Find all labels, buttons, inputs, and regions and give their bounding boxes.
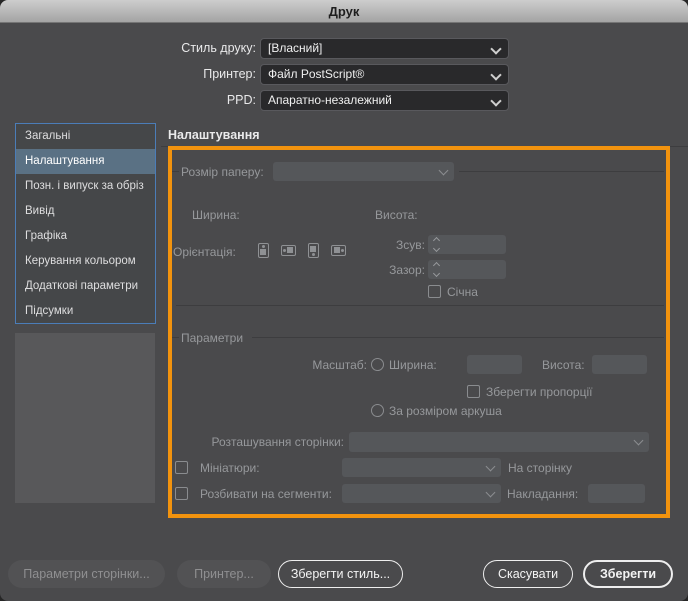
fit-to-page-radio[interactable] bbox=[371, 404, 384, 417]
page-placement-label: Розташування сторінки: bbox=[211, 435, 344, 449]
section-divider bbox=[161, 146, 688, 147]
sidebar-item-advanced[interactable]: Додаткові параметри bbox=[16, 274, 155, 299]
print-preset-label: Стиль друку: bbox=[181, 41, 256, 55]
paper-height-label: Висота: bbox=[375, 208, 418, 222]
tile-label: Розбивати на сегменти: bbox=[200, 487, 332, 501]
stepper-icon[interactable] bbox=[432, 236, 441, 253]
scale-label: Масштаб: bbox=[312, 358, 367, 372]
tile-checkbox[interactable] bbox=[175, 487, 188, 500]
orientation-landscape-left-button[interactable] bbox=[279, 241, 298, 260]
save-button[interactable]: Зберегти bbox=[583, 560, 673, 588]
section-title: Налаштування bbox=[168, 128, 260, 142]
sidebar-item-marks-bleed[interactable]: Позн. і випуск за обріз bbox=[16, 174, 155, 199]
chevron-down-icon bbox=[490, 69, 502, 81]
sidebar-item-color-management[interactable]: Керування кольором bbox=[16, 249, 155, 274]
print-dialog: Друк Стиль друку: [Власний] Принтер: Фай… bbox=[0, 0, 688, 601]
orientation-landscape-right-button[interactable] bbox=[329, 241, 348, 260]
gap-field[interactable] bbox=[428, 260, 506, 279]
group-border-line bbox=[252, 337, 664, 338]
per-page-label: На сторінку bbox=[508, 461, 573, 475]
constrain-proportions-checkbox[interactable] bbox=[467, 385, 480, 398]
printer-value: Файл PostScript® bbox=[268, 67, 365, 81]
page-placement-dropdown[interactable] bbox=[349, 432, 649, 452]
print-preset-dropdown[interactable]: [Власний] bbox=[260, 38, 509, 59]
options-group-label: Параметри bbox=[181, 331, 244, 345]
thumbnails-checkbox[interactable] bbox=[175, 461, 188, 474]
chevron-down-icon bbox=[485, 487, 496, 498]
group-border-line bbox=[176, 305, 664, 306]
gap-label: Зазор: bbox=[389, 263, 425, 277]
title-bar[interactable]: Друк bbox=[0, 0, 688, 23]
scale-width-label: Ширина: bbox=[389, 358, 437, 372]
ppd-value: Апаратно-незалежний bbox=[268, 93, 392, 107]
fit-to-page-label: За розміром аркуша bbox=[389, 404, 502, 418]
cancel-button[interactable]: Скасувати bbox=[483, 560, 573, 588]
sidebar-item-summary[interactable]: Підсумки bbox=[16, 299, 155, 324]
window-title: Друк bbox=[328, 3, 360, 19]
paper-width-label: Ширина: bbox=[192, 208, 240, 222]
sidebar-item-output[interactable]: Вивід bbox=[16, 199, 155, 224]
orientation-portrait-up-button[interactable] bbox=[254, 241, 273, 260]
stepper-icon[interactable] bbox=[432, 261, 441, 278]
chevron-down-icon bbox=[485, 461, 496, 472]
scale-width-field[interactable] bbox=[467, 355, 522, 374]
group-border-line bbox=[172, 337, 179, 338]
group-border-line bbox=[459, 171, 664, 172]
sidebar-item-graphics[interactable]: Графіка bbox=[16, 224, 155, 249]
transverse-checkbox[interactable] bbox=[428, 285, 441, 298]
chevron-down-icon bbox=[633, 435, 644, 446]
print-preview-area bbox=[15, 333, 155, 503]
overlap-field[interactable] bbox=[588, 484, 645, 503]
printer-label: Принтер: bbox=[203, 67, 256, 81]
print-preset-value: [Власний] bbox=[268, 41, 323, 55]
page-setup-button[interactable]: Параметри сторінки... bbox=[8, 560, 165, 588]
tile-dropdown[interactable] bbox=[342, 484, 501, 503]
ppd-dropdown[interactable]: Апаратно-незалежний bbox=[260, 90, 509, 111]
offset-field[interactable] bbox=[428, 235, 506, 254]
overlap-label: Накладання: bbox=[507, 487, 579, 501]
printer-button[interactable]: Принтер... bbox=[177, 560, 271, 588]
orientation-portrait-down-button[interactable] bbox=[304, 241, 323, 260]
transverse-checkbox-label: Січна bbox=[447, 285, 478, 299]
offset-label: Зсув: bbox=[396, 238, 425, 252]
constrain-proportions-label: Зберегти пропорції bbox=[486, 385, 593, 399]
sidebar-item-general[interactable]: Загальні bbox=[16, 124, 155, 149]
chevron-down-icon bbox=[438, 165, 449, 176]
thumbnails-dropdown[interactable] bbox=[342, 458, 501, 477]
sidebar-item-setup[interactable]: Налаштування bbox=[16, 149, 155, 174]
group-border-line bbox=[172, 171, 179, 172]
chevron-down-icon bbox=[490, 95, 502, 107]
paper-size-dropdown[interactable] bbox=[273, 162, 454, 181]
scale-height-label: Висота: bbox=[542, 358, 585, 372]
printer-dropdown[interactable]: Файл PostScript® bbox=[260, 64, 509, 85]
thumbnails-label: Мініатюри: bbox=[200, 461, 260, 475]
scale-custom-radio[interactable] bbox=[371, 358, 384, 371]
chevron-down-icon bbox=[490, 43, 502, 55]
save-preset-button[interactable]: Зберегти стиль... bbox=[278, 560, 403, 588]
orientation-label: Орієнтація: bbox=[173, 245, 236, 259]
settings-category-list: Загальні Налаштування Позн. і випуск за … bbox=[15, 123, 156, 324]
ppd-label: PPD: bbox=[226, 93, 256, 107]
scale-height-field[interactable] bbox=[592, 355, 647, 374]
paper-size-label: Розмір паперу: bbox=[181, 165, 264, 179]
